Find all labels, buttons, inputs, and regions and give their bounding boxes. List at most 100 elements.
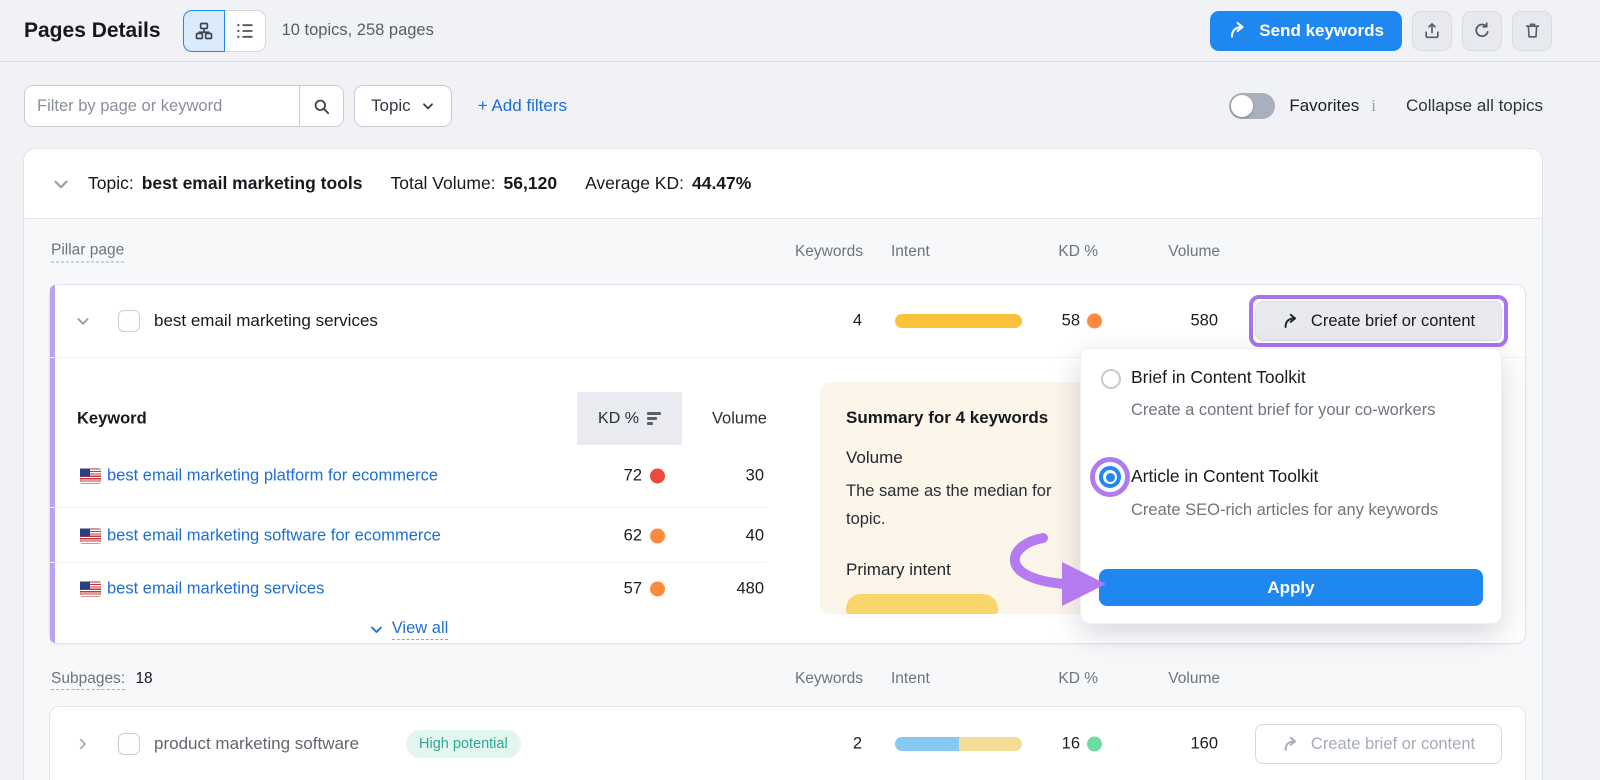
chevron-down-icon bbox=[421, 99, 435, 113]
delete-button[interactable] bbox=[1512, 11, 1552, 51]
keyword-link[interactable]: best email marketing platform for ecomme… bbox=[107, 467, 438, 486]
radio-brief[interactable] bbox=[1101, 369, 1121, 389]
keyword-volume-value: 40 bbox=[746, 526, 764, 545]
pillar-header-row: Pillar page Keywords Intent KD % Volume bbox=[24, 219, 1544, 284]
subpage-row: product marketing software High potentia… bbox=[49, 706, 1526, 780]
intent-segment bbox=[895, 737, 959, 751]
pillar-expand-chevron-icon[interactable] bbox=[74, 312, 92, 330]
keyword-row: best email marketing services 57 480 bbox=[50, 562, 767, 615]
subpages-header-row: Subpages: 18 Keywords Intent KD % Volume bbox=[24, 651, 1544, 706]
view-toggle-list[interactable] bbox=[225, 10, 266, 52]
topic-label: Topic: bbox=[88, 173, 134, 194]
pillar-kd-dot bbox=[1087, 314, 1102, 329]
average-kd-label: Average KD: bbox=[585, 173, 684, 194]
kd-column: KD % bbox=[1058, 670, 1098, 688]
subpage-kd-value: 16 bbox=[1062, 735, 1080, 754]
topics-pages-count: 10 topics, 258 pages bbox=[282, 21, 434, 40]
send-keywords-button[interactable]: Send keywords bbox=[1210, 11, 1402, 51]
page-title: Pages Details bbox=[24, 19, 161, 43]
create-brief-label: Create brief or content bbox=[1311, 735, 1475, 754]
topic-name: best email marketing tools bbox=[142, 173, 363, 194]
kd-column: KD % bbox=[1058, 243, 1098, 261]
toggle-knob bbox=[1231, 95, 1253, 117]
sitemap-icon bbox=[194, 21, 214, 41]
keyword-link[interactable]: best email marketing services bbox=[107, 580, 324, 599]
keyword-volume-value: 30 bbox=[746, 467, 764, 486]
keyword-kd-dot bbox=[650, 469, 665, 484]
intent-column: Intent bbox=[891, 243, 930, 261]
filter-bar: Topic + Add filters Favorites i Collapse… bbox=[24, 85, 1543, 127]
annotation-highlight-box: Create brief or content bbox=[1249, 295, 1508, 347]
keyword-kd-dot bbox=[650, 582, 665, 597]
keyword-link[interactable]: best email marketing software for ecomme… bbox=[107, 526, 441, 545]
refresh-button[interactable] bbox=[1462, 11, 1502, 51]
option-brief-label: Brief in Content Toolkit bbox=[1131, 367, 1306, 388]
keyword-row: best email marketing platform for ecomme… bbox=[50, 445, 767, 507]
pillar-intent-bar bbox=[895, 314, 1022, 328]
topic-expand-chevron-icon[interactable] bbox=[50, 173, 72, 195]
create-brief-button[interactable]: Create brief or content bbox=[1255, 301, 1502, 341]
favorites-toggle[interactable] bbox=[1229, 93, 1275, 119]
send-keywords-label: Send keywords bbox=[1259, 21, 1384, 41]
apply-button[interactable]: Apply bbox=[1099, 569, 1483, 606]
pillar-volume-value: 580 bbox=[1190, 312, 1218, 331]
keyword-kd-value: 62 bbox=[624, 526, 642, 545]
summary-volume-text: topic. bbox=[846, 510, 885, 529]
intent-segment bbox=[895, 314, 1022, 328]
radio-article-selected[interactable] bbox=[1099, 466, 1121, 488]
average-kd-value: 44.47% bbox=[692, 173, 751, 194]
share-arrow-icon bbox=[1282, 735, 1301, 754]
keywords-column: Keywords bbox=[795, 670, 863, 688]
keyword-kd-value: 72 bbox=[624, 467, 642, 486]
add-filters-link[interactable]: + Add filters bbox=[478, 96, 567, 116]
create-brief-button-disabled[interactable]: Create brief or content bbox=[1255, 724, 1502, 764]
trash-icon bbox=[1523, 21, 1542, 40]
us-flag-icon bbox=[80, 582, 101, 597]
pillar-checkbox[interactable] bbox=[118, 310, 140, 332]
intent-column: Intent bbox=[891, 670, 930, 688]
volume-column: Volume bbox=[1168, 670, 1220, 688]
pillar-kd-value: 58 bbox=[1062, 312, 1080, 331]
info-icon[interactable]: i bbox=[1371, 96, 1376, 116]
keyword-column: Keyword bbox=[77, 409, 147, 428]
export-button[interactable] bbox=[1412, 11, 1452, 51]
volume-header-label: Volume bbox=[712, 409, 767, 428]
option-article-label: Article in Content Toolkit bbox=[1131, 466, 1318, 487]
subpages-label: Subpages: bbox=[51, 670, 125, 690]
subpage-intent-bar bbox=[895, 737, 1022, 751]
header-actions: Send keywords bbox=[1210, 11, 1552, 51]
view-toggle-hierarchy[interactable] bbox=[183, 10, 225, 52]
subpages-count: 18 bbox=[135, 670, 152, 687]
view-all-link[interactable]: View all bbox=[392, 619, 449, 640]
subpage-keywords-count: 2 bbox=[853, 735, 862, 754]
search-input[interactable] bbox=[25, 86, 299, 126]
search-button[interactable] bbox=[299, 86, 343, 126]
sort-descending-icon bbox=[647, 412, 661, 425]
create-content-dropdown: Brief in Content Toolkit Create a conten… bbox=[1080, 348, 1502, 624]
subpage-title: product marketing software bbox=[154, 734, 359, 754]
annotation-arrow bbox=[988, 526, 1128, 612]
share-arrow-icon bbox=[1282, 312, 1301, 331]
topic-filter-dropdown[interactable]: Topic bbox=[354, 85, 452, 127]
subpage-checkbox[interactable] bbox=[118, 733, 140, 755]
share-arrow-icon bbox=[1228, 20, 1249, 41]
kd-header-label: KD % bbox=[598, 410, 639, 428]
subpage-volume-value: 160 bbox=[1190, 735, 1218, 754]
option-article-description: Create SEO-rich articles for any keyword… bbox=[1131, 497, 1461, 524]
us-flag-icon bbox=[80, 528, 101, 543]
keyword-kd-dot bbox=[650, 528, 665, 543]
pillar-page-column: Pillar page bbox=[51, 241, 124, 262]
subpages-label-group: Subpages: 18 bbox=[51, 670, 153, 688]
pillar-title: best email marketing services bbox=[154, 311, 378, 331]
keyword-row: best email marketing software for ecomme… bbox=[50, 507, 767, 563]
filter-bar-right: Favorites i Collapse all topics bbox=[1229, 93, 1543, 119]
intent-segment bbox=[959, 737, 1023, 751]
kd-sort-header[interactable]: KD % bbox=[577, 392, 682, 445]
topic-filter-label: Topic bbox=[371, 96, 411, 116]
option-brief-description: Create a content brief for your co-worke… bbox=[1131, 397, 1461, 424]
list-icon bbox=[235, 21, 255, 41]
collapse-all-topics-link[interactable]: Collapse all topics bbox=[1406, 96, 1543, 116]
keyword-volume-value: 480 bbox=[736, 580, 764, 599]
subpage-collapsed-chevron-icon[interactable] bbox=[74, 736, 91, 753]
keyword-table-header: Keyword KD % Volume bbox=[50, 392, 767, 445]
